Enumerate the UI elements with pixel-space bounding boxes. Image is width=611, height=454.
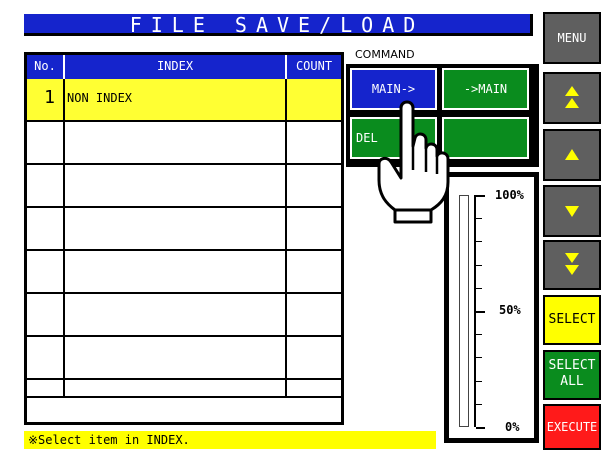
page-up-button[interactable] [543, 72, 601, 124]
row-number-cell [27, 165, 65, 208]
double-down-arrow-icon [565, 253, 579, 275]
row-number-cell [27, 380, 65, 398]
gauge-tick [476, 288, 482, 289]
select-all-label-line2: ALL [560, 374, 584, 389]
select-all-button[interactable]: SELECT ALL [543, 350, 601, 400]
select-all-label-line1: SELECT [548, 358, 596, 373]
blank-command-button[interactable] [442, 117, 529, 159]
count-cell [287, 294, 341, 337]
file-index-table: No. INDEX COUNT 1 NON INDEX [24, 52, 344, 425]
pointing-hand-icon [377, 100, 450, 224]
menu-button[interactable]: MENU [543, 12, 601, 64]
gauge-label-50: 50% [499, 303, 521, 317]
gauge-tick [476, 195, 485, 197]
column-header-index: INDEX [65, 55, 287, 79]
row-number-cell [27, 294, 65, 337]
count-cell [287, 165, 341, 208]
index-cell [65, 380, 287, 398]
index-cell [65, 251, 287, 294]
count-cell [287, 380, 341, 398]
gauge-tick [476, 427, 485, 429]
row-number-cell [27, 208, 65, 251]
down-button[interactable] [543, 185, 601, 237]
gauge-tick [476, 241, 482, 242]
count-cell [287, 251, 341, 294]
gauge-label-100: 100% [495, 188, 524, 202]
double-up-arrow-icon [565, 86, 579, 108]
gauge-tick [476, 311, 485, 313]
select-button[interactable]: SELECT [543, 295, 601, 345]
gauge-tick [476, 265, 482, 266]
index-cell [65, 208, 287, 251]
count-cell [287, 337, 341, 380]
gauge-tick [476, 381, 482, 382]
up-arrow-icon [565, 149, 579, 160]
screen-title: FILE SAVE/LOAD [24, 14, 533, 36]
row-number-cell [27, 122, 65, 165]
gauge-tick [476, 404, 482, 405]
column-header-count: COUNT [287, 55, 341, 79]
index-cell [65, 337, 287, 380]
gauge-tick [476, 357, 482, 358]
row-number-cell: 1 [27, 79, 65, 122]
index-cell [65, 165, 287, 208]
progress-gauge: 100% 50% 0% [444, 172, 539, 443]
column-header-no: No. [27, 55, 65, 79]
up-button[interactable] [543, 129, 601, 181]
gauge-tick [476, 334, 482, 335]
count-cell [287, 79, 341, 122]
page-down-button[interactable] [543, 240, 601, 290]
index-cell [65, 122, 287, 165]
gauge-label-0: 0% [505, 420, 520, 434]
command-label: COMMAND [355, 48, 415, 61]
count-cell [287, 208, 341, 251]
count-cell [287, 122, 341, 165]
execute-button[interactable]: EXECUTE [543, 404, 601, 450]
index-cell: NON INDEX [65, 79, 287, 122]
to-main-button[interactable]: ->MAIN [442, 68, 529, 110]
down-arrow-icon [565, 206, 579, 217]
row-number-cell [27, 337, 65, 380]
progress-bar [459, 195, 469, 427]
status-message: ※Select item in INDEX. [24, 431, 436, 449]
row-number-cell [27, 251, 65, 294]
index-cell [65, 294, 287, 337]
gauge-tick [476, 218, 482, 219]
